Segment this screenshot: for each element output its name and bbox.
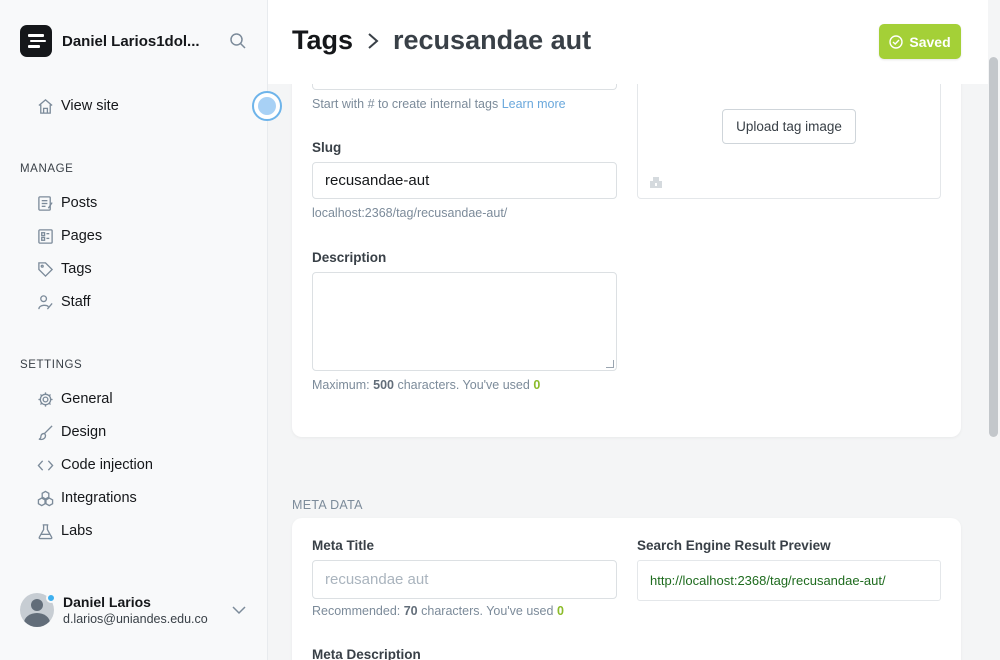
slug-label: Slug bbox=[312, 140, 342, 155]
sidebar-item-labs[interactable]: Labs bbox=[36, 521, 92, 541]
image-placeholder-icon bbox=[650, 177, 662, 188]
sidebar-item-label: Code injection bbox=[61, 457, 153, 473]
breadcrumb-tags-link[interactable]: Tags bbox=[292, 25, 353, 56]
manage-heading: MANAGE bbox=[20, 163, 74, 175]
settings-heading: SETTINGS bbox=[20, 359, 83, 371]
serp-preview: http://localhost:2368/tag/recusandae-aut… bbox=[637, 560, 941, 601]
meta-data-heading: META DATA bbox=[292, 498, 363, 512]
sidebar-item-label: Design bbox=[61, 424, 107, 440]
tag-icon bbox=[36, 260, 54, 278]
sidebar-item-integrations[interactable]: Integrations bbox=[36, 488, 137, 508]
sidebar-item-label: Pages bbox=[61, 228, 103, 244]
page-title: recusandae aut bbox=[393, 25, 592, 55]
sidebar-item-staff[interactable]: Staff bbox=[36, 292, 91, 312]
learn-more-link[interactable]: Learn more bbox=[502, 97, 566, 111]
sidebar-item-label: Integrations bbox=[61, 490, 137, 506]
meta-description-label: Meta Description bbox=[312, 647, 421, 660]
posts-icon bbox=[36, 194, 54, 212]
sidebar-item-label: General bbox=[61, 391, 113, 407]
description-hint: Maximum: 500 characters. You've used 0 bbox=[312, 378, 541, 392]
sidebar-item-label: Staff bbox=[61, 294, 91, 310]
description-label: Description bbox=[312, 250, 387, 265]
site-name: Daniel Larios1dol... bbox=[62, 32, 200, 50]
user-email: d.larios@uniandes.edu.co bbox=[63, 612, 208, 626]
integrations-icon bbox=[36, 489, 54, 507]
sidebar: Daniel Larios1dol... View site MANAGE Po… bbox=[0, 0, 282, 660]
sidebar-item-label: Labs bbox=[61, 523, 93, 539]
sidebar-item-design[interactable]: Design bbox=[36, 422, 106, 442]
flask-icon bbox=[36, 522, 54, 540]
gear-icon bbox=[36, 390, 54, 408]
meta-title-input[interactable]: recusandae aut bbox=[312, 560, 617, 599]
scrollbar-thumb[interactable] bbox=[989, 57, 998, 437]
staff-icon bbox=[36, 293, 54, 311]
brush-icon bbox=[36, 423, 54, 441]
breadcrumb: Tags recusandae aut bbox=[292, 25, 591, 56]
sidebar-item-view-site[interactable]: View site bbox=[36, 96, 119, 116]
user-name: Daniel Larios bbox=[63, 594, 151, 610]
check-circle-icon bbox=[889, 34, 904, 49]
slug-input[interactable]: recusandae-aut bbox=[312, 162, 617, 199]
sidebar-item-label: Posts bbox=[61, 195, 98, 211]
tour-pulse-indicator[interactable] bbox=[252, 91, 282, 121]
meta-title-hint: Recommended: 70 characters. You've used … bbox=[312, 604, 564, 618]
notification-dot bbox=[46, 593, 56, 603]
sidebar-item-label: View site bbox=[61, 98, 119, 114]
serp-preview-label: Search Engine Result Preview bbox=[637, 538, 831, 553]
resize-handle[interactable] bbox=[606, 360, 614, 368]
upload-tag-image-button[interactable]: Upload tag image bbox=[722, 109, 856, 144]
chevron-down-icon[interactable] bbox=[231, 604, 247, 616]
sidebar-item-tags[interactable]: Tags bbox=[36, 259, 92, 279]
page-header: Tags recusandae aut Saved bbox=[268, 0, 988, 84]
name-hint: Start with # to create internal tags Lea… bbox=[312, 97, 566, 111]
sidebar-item-label: Tags bbox=[61, 261, 92, 277]
meta-title-label: Meta Title bbox=[312, 538, 375, 553]
chevron-right-icon bbox=[368, 32, 379, 49]
sidebar-item-pages[interactable]: Pages bbox=[36, 226, 102, 246]
sidebar-item-code-injection[interactable]: Code injection bbox=[36, 455, 153, 475]
code-icon bbox=[36, 456, 54, 474]
site-brand[interactable]: Daniel Larios1dol... bbox=[20, 25, 200, 57]
save-button[interactable]: Saved bbox=[879, 24, 961, 59]
pages-icon bbox=[36, 227, 54, 245]
search-icon[interactable] bbox=[229, 32, 247, 50]
slug-url: localhost:2368/tag/recusandae-aut/ bbox=[312, 206, 508, 220]
description-textarea[interactable] bbox=[312, 272, 617, 371]
sidebar-item-posts[interactable]: Posts bbox=[36, 193, 97, 213]
ghost-logo-icon bbox=[20, 25, 52, 57]
sidebar-item-general[interactable]: General bbox=[36, 389, 113, 409]
home-icon bbox=[36, 97, 54, 115]
